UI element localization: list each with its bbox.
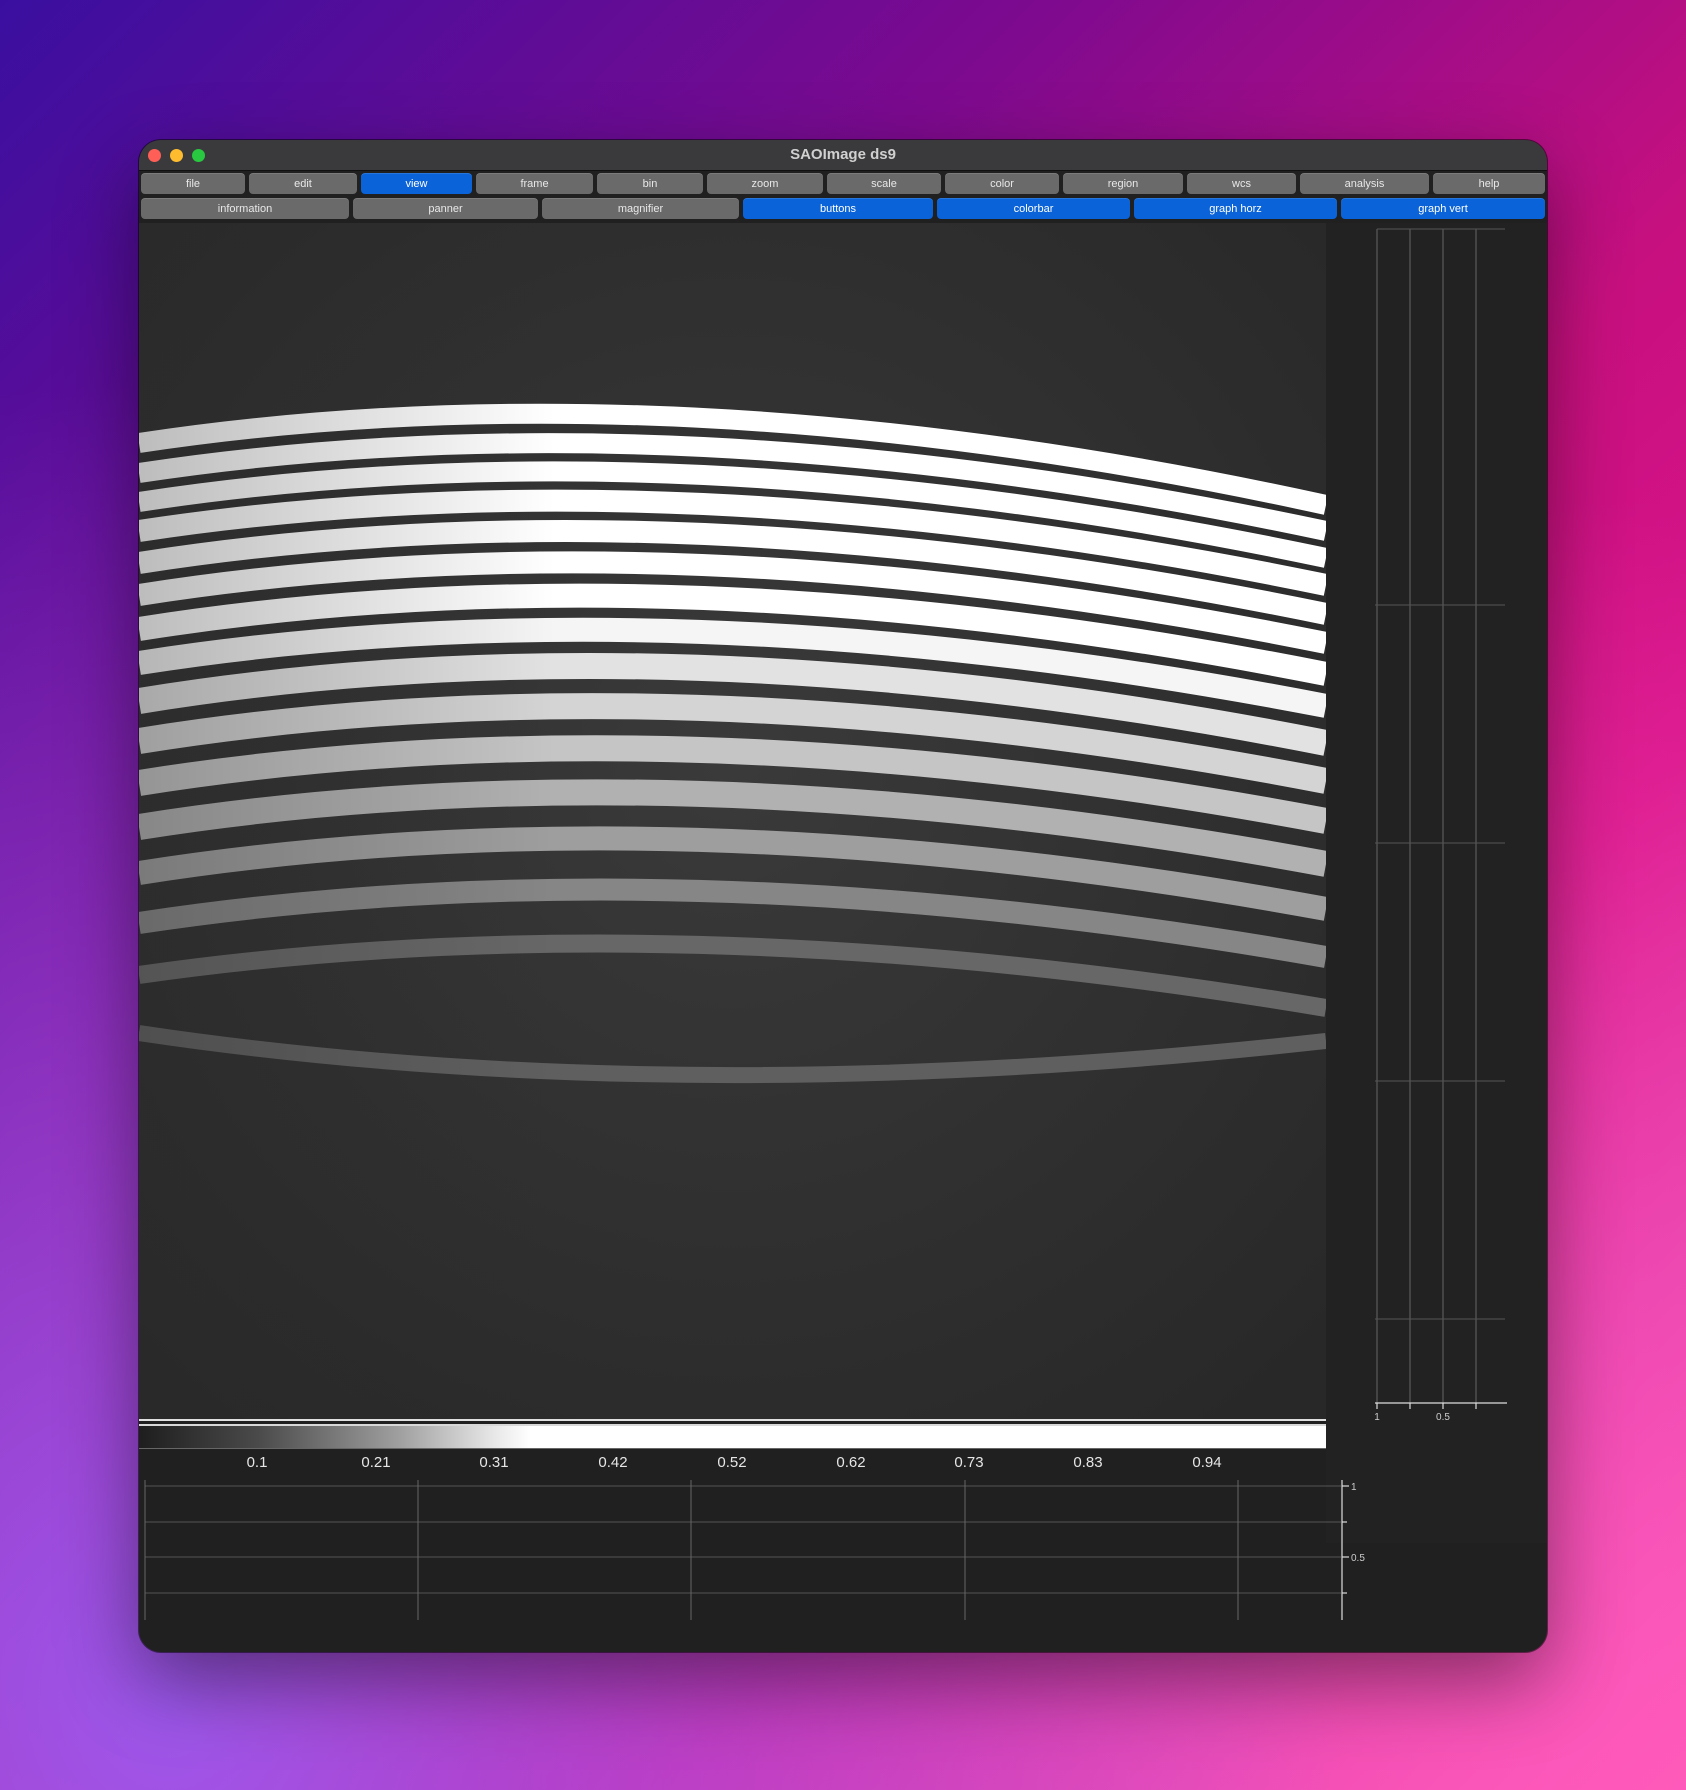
menu-button-help[interactable]: help bbox=[1433, 173, 1545, 194]
colorbar-tick-label: 0.83 bbox=[1073, 1454, 1103, 1471]
view-button-row: information panner magnifier buttons col… bbox=[139, 198, 1547, 220]
view-button-colorbar[interactable]: colorbar bbox=[937, 198, 1130, 219]
fits-image[interactable] bbox=[139, 223, 1326, 1421]
gv-tick-label: 1 bbox=[1374, 1412, 1380, 1423]
colorbar-panel bbox=[139, 1421, 1326, 1449]
colorbar-tick-label: 0.73 bbox=[954, 1454, 984, 1471]
colorbar-tick-label: 0.94 bbox=[1192, 1454, 1222, 1471]
menu-button-frame[interactable]: frame bbox=[476, 173, 593, 194]
gh-tick-label: 0.5 bbox=[1351, 1553, 1365, 1564]
graph-horz: 1 0.5 bbox=[139, 1480, 1399, 1630]
menu-button-analysis[interactable]: analysis bbox=[1300, 173, 1429, 194]
image-fade bbox=[139, 223, 1326, 1421]
colorbar-tick-label: 0.62 bbox=[836, 1454, 866, 1471]
menu-button-file[interactable]: file bbox=[141, 173, 245, 194]
gv-tick-label: 0.5 bbox=[1436, 1412, 1450, 1423]
menu-button-view[interactable]: view bbox=[361, 173, 472, 194]
menu-button-color[interactable]: color bbox=[945, 173, 1059, 194]
menu-button-scale[interactable]: scale bbox=[827, 173, 941, 194]
view-button-magnifier[interactable]: magnifier bbox=[542, 198, 739, 219]
view-button-buttons[interactable]: buttons bbox=[743, 198, 933, 219]
menu-button-zoom[interactable]: zoom bbox=[707, 173, 823, 194]
graph-vert-plot: 1 0.5 bbox=[1374, 228, 1507, 1423]
colorbar-labels: 0.1 0.21 0.31 0.42 0.52 0.62 0.73 0.83 0… bbox=[139, 1450, 1326, 1474]
image-canvas[interactable] bbox=[139, 223, 1326, 1421]
view-button-information[interactable]: information bbox=[141, 198, 349, 219]
spectral-orders bbox=[139, 223, 1326, 1421]
title-bar[interactable]: SAOImage ds9 bbox=[139, 140, 1547, 171]
colorbar-tick-label: 0.21 bbox=[361, 1454, 391, 1471]
menu-button-region[interactable]: region bbox=[1063, 173, 1183, 194]
colorbar[interactable] bbox=[139, 1424, 1326, 1449]
colorbar-tick-label: 0.42 bbox=[598, 1454, 628, 1471]
colorbar-tick-label: 0.1 bbox=[246, 1454, 268, 1471]
menu-button-edit[interactable]: edit bbox=[249, 173, 357, 194]
window-title: SAOImage ds9 bbox=[790, 146, 896, 163]
graph-horz-plot: 1 0.5 bbox=[144, 1480, 1365, 1630]
menu-button-bin[interactable]: bin bbox=[597, 173, 703, 194]
view-button-panner[interactable]: panner bbox=[353, 198, 538, 219]
menu-button-wcs[interactable]: wcs bbox=[1187, 173, 1296, 194]
view-button-graph-vert[interactable]: graph vert bbox=[1341, 198, 1545, 219]
graph-vert: 1 0.5 bbox=[1369, 223, 1547, 1423]
ds9-window: SAOImage ds9 file edit view frame bin zo… bbox=[139, 140, 1547, 1652]
menu-button-row: file edit view frame bin zoom scale colo… bbox=[139, 173, 1547, 195]
colorbar-tick-label: 0.52 bbox=[717, 1454, 747, 1471]
colorbar-tick-label: 0.31 bbox=[479, 1454, 509, 1471]
gh-tick-label: 1 bbox=[1351, 1482, 1357, 1493]
view-button-graph-horz[interactable]: graph horz bbox=[1134, 198, 1337, 219]
